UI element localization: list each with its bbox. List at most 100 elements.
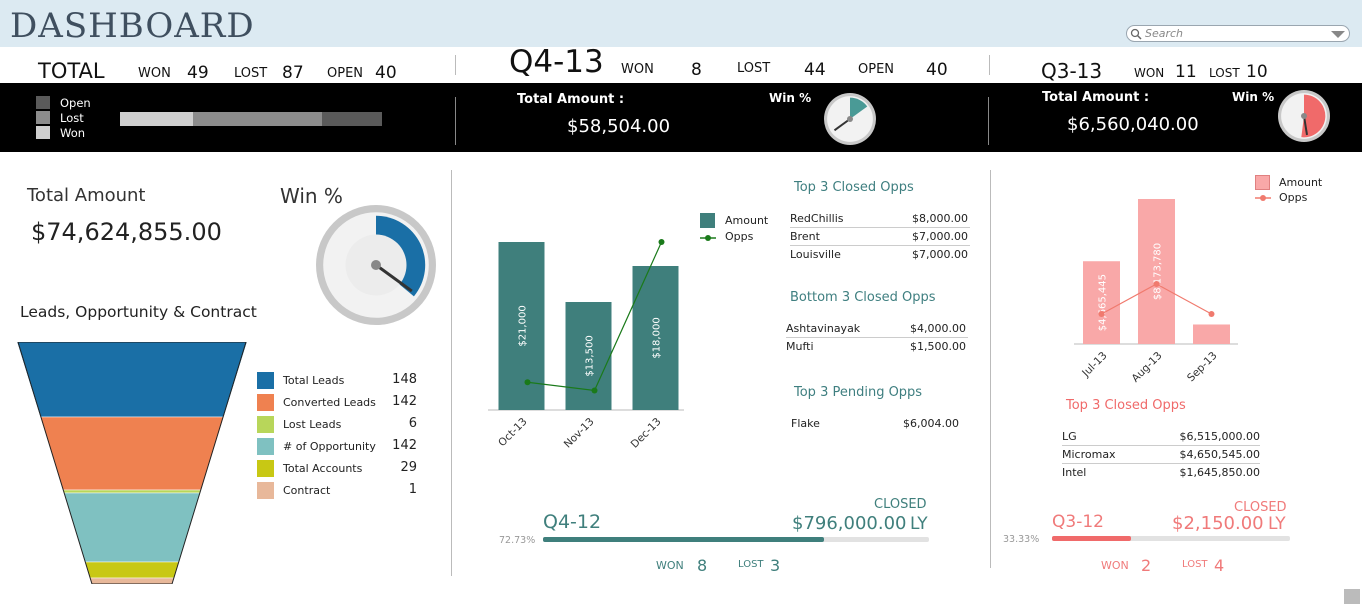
q4-win-gauge bbox=[824, 93, 876, 145]
funnel-legend-label: Total Leads bbox=[283, 374, 345, 387]
q4-win-label: Win % bbox=[769, 91, 812, 105]
q3-legend-opps: Opps bbox=[1279, 191, 1308, 204]
funnel-legend-label: Contract bbox=[283, 484, 331, 497]
table-cell-value: $7,000.00 bbox=[912, 230, 968, 243]
funnel-title: Leads, Opportunity & Contract bbox=[20, 303, 257, 321]
table-cell-name: Mufti bbox=[786, 340, 814, 353]
divider bbox=[451, 170, 452, 576]
q4-top-closed-title: Top 3 Closed Opps bbox=[794, 180, 914, 195]
funnel-chart bbox=[17, 342, 248, 584]
gauge-hub bbox=[371, 260, 381, 270]
table-cell-name: Micromax bbox=[1062, 448, 1116, 461]
q3-ly-won-label: WON bbox=[1101, 559, 1129, 572]
table-row-divider bbox=[1062, 445, 1260, 446]
overall-win-gauge bbox=[316, 205, 436, 325]
q3-won-value: 11 bbox=[1175, 62, 1197, 82]
q4-open-label: OPEN bbox=[858, 62, 895, 77]
opps-point bbox=[1098, 311, 1105, 317]
funnel-legend-label: Total Accounts bbox=[283, 462, 363, 475]
resize-handle[interactable] bbox=[1344, 589, 1360, 604]
funnel-segment bbox=[89, 577, 175, 584]
q4-bottom-closed-title: Bottom 3 Closed Opps bbox=[790, 290, 936, 305]
q3-win-label: Win % bbox=[1232, 90, 1275, 104]
bar-label: $18,000 bbox=[652, 317, 663, 358]
q3-legend-amount: Amount bbox=[1279, 176, 1323, 189]
status-bar-segment bbox=[120, 112, 193, 126]
page-title: DASHBOARD bbox=[10, 6, 255, 46]
status-legend-swatch bbox=[36, 96, 50, 109]
q3-ly-lost-label: LOST bbox=[1182, 559, 1208, 570]
status-legend-swatch bbox=[36, 111, 50, 124]
opps-point bbox=[1208, 311, 1215, 317]
funnel-segment bbox=[17, 342, 248, 418]
table-row-divider bbox=[790, 245, 970, 246]
table-cell-value: $7,000.00 bbox=[912, 248, 968, 261]
opps-point bbox=[591, 387, 598, 394]
q3-win-gauge bbox=[1278, 90, 1330, 142]
status-bar-segment bbox=[192, 112, 323, 126]
status-legend-label: Lost bbox=[60, 111, 84, 125]
funnel-legend-label: # of Opportunity bbox=[283, 440, 376, 453]
divider bbox=[988, 97, 989, 145]
table-cell-name: Ashtavinayak bbox=[786, 322, 861, 335]
total-lost-label: LOST bbox=[234, 66, 268, 81]
q3-top-closed-title: Top 3 Closed Opps bbox=[1066, 398, 1186, 413]
funnel-legend-swatch bbox=[257, 394, 274, 411]
x-tick-label: Dec-13 bbox=[629, 416, 664, 451]
q4-ly-progress-track bbox=[543, 537, 929, 542]
q3-ly-amount: $2,150.00 bbox=[1172, 513, 1264, 534]
q3-ly-progress-fill bbox=[1052, 536, 1132, 541]
divider bbox=[990, 170, 991, 568]
q4-ly-lost-label: LOST bbox=[738, 559, 764, 570]
q4-amount-label: Total Amount : bbox=[517, 92, 625, 107]
legend-swatch-amount bbox=[1255, 175, 1270, 190]
q4-amount: $58,504.00 bbox=[567, 116, 671, 137]
overall-amount: $74,624,855.00 bbox=[31, 218, 222, 246]
search-input[interactable] bbox=[1145, 27, 1320, 40]
q3-ly-suffix: LY bbox=[1268, 514, 1286, 534]
x-tick-label: Nov-13 bbox=[562, 416, 597, 451]
search-box[interactable] bbox=[1126, 25, 1350, 42]
search-icon bbox=[1130, 28, 1142, 40]
q4-ly-closed-label: CLOSED bbox=[874, 497, 927, 512]
overall-amount-label: Total Amount bbox=[27, 185, 146, 206]
table-row-divider bbox=[1062, 463, 1260, 464]
opps-point bbox=[524, 379, 531, 386]
status-legend-label: Open bbox=[60, 96, 91, 110]
table-cell-name: RedChillis bbox=[790, 212, 844, 225]
funnel-legend-value: 142 bbox=[392, 394, 417, 409]
opps-point bbox=[658, 239, 665, 245]
bar-label: $21,000 bbox=[518, 305, 529, 346]
q3-ly-period: Q3-12 bbox=[1052, 512, 1104, 532]
funnel-legend-label: Lost Leads bbox=[283, 418, 342, 431]
q4-bar-chart: $21,000 Oct-13 $13,500 Nov-13 $18,000 Dec-13 bbox=[488, 239, 684, 451]
table-cell-value: $1,500.00 bbox=[910, 340, 966, 353]
q4-ly-progress-fill bbox=[543, 537, 824, 542]
q4-label: Q4-13 bbox=[509, 44, 604, 80]
chevron-down-icon[interactable] bbox=[1330, 29, 1346, 39]
divider bbox=[455, 97, 456, 145]
q3-ly-progress-track bbox=[1052, 536, 1290, 541]
funnel-legend-label: Converted Leads bbox=[283, 396, 376, 409]
q3-ly-lost-value: 4 bbox=[1214, 556, 1225, 575]
q4-ly-percent: 72.73% bbox=[499, 535, 536, 546]
table-cell-name: Brent bbox=[790, 230, 820, 243]
legend-swatch-amount bbox=[700, 213, 715, 228]
q3-lost-label: LOST bbox=[1209, 66, 1240, 80]
q3-bar-chart: $4,665,445 Jul-13 $8,173,780 Aug-13 Sep-13 bbox=[1074, 199, 1238, 385]
total-open-label: OPEN bbox=[327, 66, 364, 81]
table-row-divider bbox=[786, 337, 968, 338]
x-tick-label: Sep-13 bbox=[1185, 350, 1220, 385]
status-legend-label: Won bbox=[60, 126, 86, 140]
table-row-divider bbox=[790, 227, 970, 228]
q4-ly-lost-value: 3 bbox=[770, 556, 781, 575]
q4-legend-opps: Opps bbox=[725, 230, 754, 243]
x-tick-label: Oct-13 bbox=[496, 416, 529, 449]
q3-won-label: WON bbox=[1134, 66, 1165, 80]
q4-won-label: WON bbox=[621, 62, 654, 77]
q3-lost-value: 10 bbox=[1246, 62, 1268, 82]
table-cell-name: LG bbox=[1062, 430, 1077, 443]
q4-lost-value: 44 bbox=[804, 60, 826, 80]
table-cell-value: $4,650,545.00 bbox=[1179, 448, 1260, 461]
bar-label: $4,665,445 bbox=[1098, 274, 1109, 331]
